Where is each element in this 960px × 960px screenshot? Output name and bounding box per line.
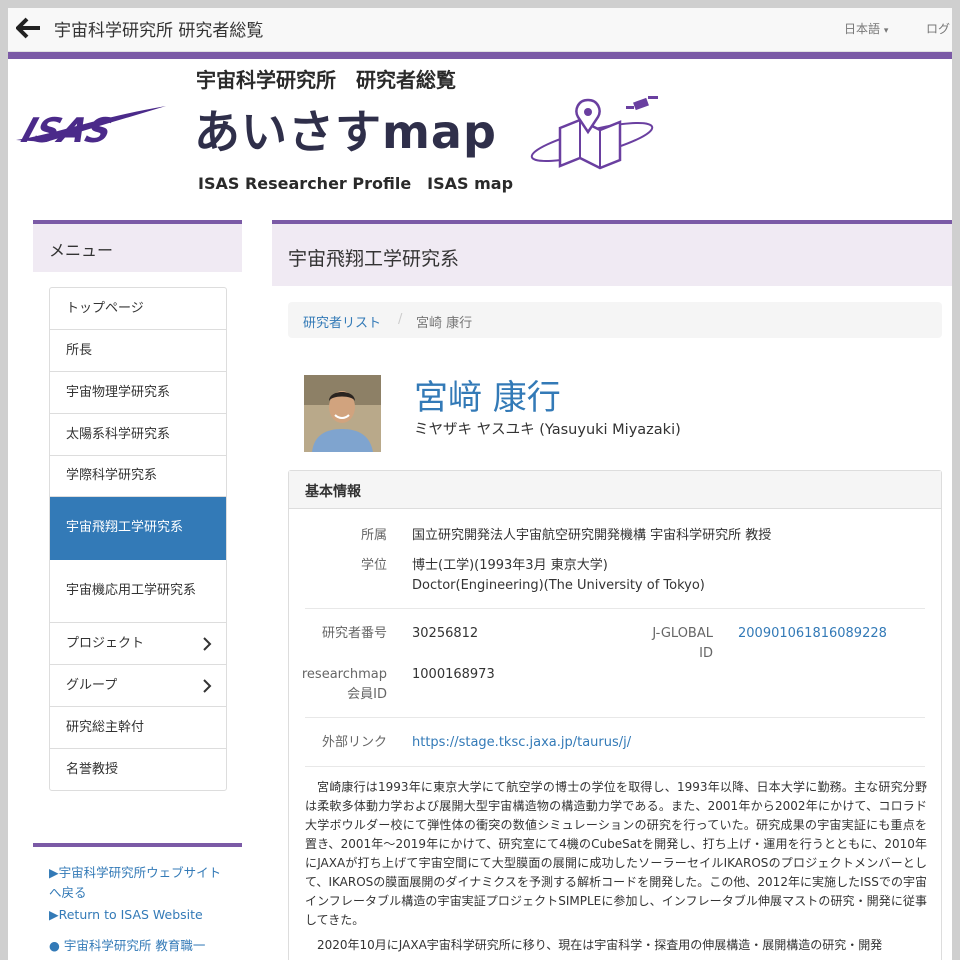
sidebar-item-label: 宇宙機応用工学研究系 — [66, 583, 197, 598]
header-title: あいさすmap — [194, 105, 497, 159]
jglobal-label-id: ID — [699, 646, 713, 661]
map-pin-satellite-icon — [530, 90, 668, 170]
jglobal-label: J-GLOBAL — [652, 626, 713, 641]
sidebar-item-label: 学際科学研究系 — [66, 468, 158, 483]
site-title[interactable]: 宇宙科学研究所 研究者総覧 — [54, 16, 263, 41]
sidebar-item-interdisciplinary[interactable]: 学際科学研究系 — [50, 456, 226, 497]
sidebar-item-emeritus[interactable]: 名誉教授 — [50, 749, 226, 790]
researchmap-label: researchmap — [301, 667, 387, 682]
sidebar-item-label: 宇宙物理学研究系 — [66, 384, 171, 400]
researchmap-label-id: 会員ID — [347, 687, 387, 702]
sidebar-item-label: プロジェクト — [66, 635, 145, 651]
sidebar-item-spacecraft[interactable]: 宇宙機応用工学研究系 — [50, 560, 226, 623]
affiliation-value: 国立研究開発法人宇宙航空研究開発機構 宇宙科学研究所 教授 — [412, 528, 772, 543]
divider — [305, 717, 925, 718]
menu-heading-label: メニュー — [49, 241, 114, 260]
chevron-right-icon — [203, 636, 212, 651]
sidebar-item-label: トップページ — [66, 300, 144, 316]
sidebar-item-solar-system[interactable]: 太陽系科学研究系 — [50, 414, 226, 456]
sidebar-item-astrophysics[interactable]: 宇宙物理学研究系 — [50, 372, 226, 414]
department-heading: 宇宙飛翔工学研究系 — [272, 220, 952, 286]
researcher-photo — [304, 375, 381, 452]
sidebar-item-top[interactable]: トップページ — [50, 288, 226, 330]
sidebar-divider — [33, 843, 242, 847]
breadcrumb-current: 宮崎 康行 — [416, 316, 473, 331]
degree-value-en: Doctor(Engineering)(The University of To… — [412, 578, 705, 593]
login-link[interactable]: ログ — [926, 20, 950, 37]
sidebar-item-label: 宇宙飛翔工学研究系 — [66, 520, 184, 535]
breadcrumb-separator: / — [398, 312, 403, 327]
sidebar-item-projects[interactable]: プロジェクト — [50, 623, 226, 665]
department-title: 宇宙飛翔工学研究系 — [288, 248, 460, 270]
basic-info-heading: 基本情報 — [289, 471, 941, 509]
header-subtitle: 宇宙科学研究所 研究者総覧 — [196, 68, 456, 92]
breadcrumb-researcher-list[interactable]: 研究者リスト — [303, 312, 381, 331]
header-english-title: ISAS Researcher Profile ISAS map — [198, 174, 514, 193]
biography-paragraph: 宮崎康行は1993年に東京大学にて航空学の博士の学位を取得し、1993年以降、日… — [305, 780, 927, 927]
researcher-name-reading: ミヤザキ ヤスユキ (Yasuyuki Miyazaki) — [414, 422, 681, 438]
chevron-right-icon — [203, 678, 212, 693]
isas-website-link-en[interactable]: ▶Return to ISAS Website — [49, 905, 203, 925]
language-label: 日本語 — [844, 22, 881, 36]
back-arrow-icon[interactable] — [15, 16, 42, 40]
external-link-url[interactable]: https://stage.tksc.jaxa.jp/taurus/j/ — [412, 733, 631, 753]
sidebar-item-label: グループ — [66, 677, 118, 693]
language-dropdown[interactable]: 日本語 ▾ — [844, 20, 888, 37]
faculty-link[interactable]: ● 宇宙科学研究所 教育職一 — [49, 936, 205, 956]
sidebar-item-label: 所長 — [66, 342, 93, 358]
sidebar-item-groups[interactable]: グループ — [50, 665, 226, 707]
isas-website-link-ja[interactable]: ▶宇宙科学研究所ウェブサイトへ戻る — [49, 863, 229, 903]
researchmap-id-value: 1000168973 — [412, 667, 495, 682]
browser-page: 宇宙科学研究所 研究者総覧 日本語 ▾ ログ ISAS 宇宙科学研究所 研究者総… — [8, 8, 952, 960]
researcher-name: 宮﨑 康行 — [414, 378, 561, 418]
sidebar-item-label: 研究総主幹付 — [66, 719, 145, 735]
isas-logo[interactable]: ISAS — [16, 104, 166, 151]
breadcrumb: 研究者リスト / 宮崎 康行 — [288, 302, 942, 338]
divider — [305, 766, 925, 767]
sidebar-item-chief-director[interactable]: 研究総主幹付 — [50, 707, 226, 749]
sidebar-item-label: 太陽系科学研究系 — [66, 426, 171, 442]
caret-down-icon: ▾ — [883, 26, 889, 36]
divider — [305, 608, 925, 609]
degree-label: 学位 — [360, 558, 387, 573]
external-link-label: 外部リンク — [321, 735, 387, 750]
sidebar-menu: トップページ 所長 宇宙物理学研究系 太陽系科学研究系 学際科学研究系 宇宙飛翔… — [49, 287, 227, 791]
header-divider — [8, 52, 952, 59]
menu-heading: メニュー — [33, 220, 242, 272]
sidebar-item-label: 名誉教授 — [66, 761, 119, 777]
researcher-number-label: 研究者番号 — [321, 626, 387, 641]
researcher-number-value: 30256812 — [412, 626, 479, 641]
biography-paragraph-2: 2020年10月にJAXA宇宙科学研究所に移り、現在は宇宙科学・探査用の伸展構造… — [317, 938, 883, 952]
affiliation-label: 所属 — [360, 528, 387, 543]
isas-logo-text: ISAS — [17, 112, 118, 148]
sidebar-item-director[interactable]: 所長 — [50, 330, 226, 372]
jglobal-id-link[interactable]: 200901061816089228 — [738, 624, 887, 644]
sidebar-item-space-flight[interactable]: 宇宙飛翔工学研究系 — [50, 497, 226, 560]
basic-info-panel: 基本情報 所属 国立研究開発法人宇宙航空研究開発機構 宇宙科学研究所 教授 学位… — [288, 470, 942, 960]
basic-info-title: 基本情報 — [305, 484, 361, 500]
top-navbar: 宇宙科学研究所 研究者総覧 日本語 ▾ ログ — [8, 8, 952, 52]
degree-value-ja: 博士(工学)(1993年3月 東京大学) — [412, 558, 608, 573]
